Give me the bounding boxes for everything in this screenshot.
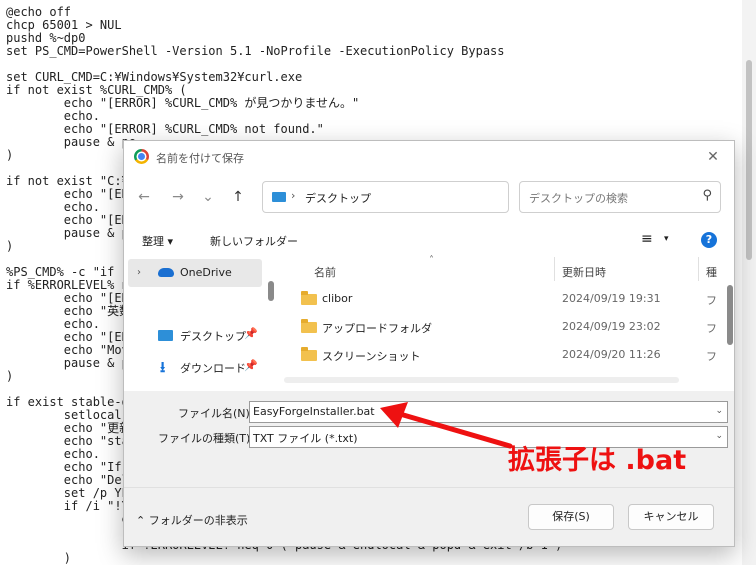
- search-placeholder: デスクトップの検索: [529, 192, 628, 205]
- file-list: ˄ 名前 更新日時 種 clibor 2024/09/19 19:31 フ アッ…: [284, 255, 733, 389]
- file-type: フ: [706, 294, 717, 307]
- dialog-title: 名前を付けて保存: [156, 152, 244, 165]
- extension-annotation: 拡張子は .bat: [508, 445, 687, 476]
- up-arrow-icon[interactable]: ↑: [226, 185, 250, 209]
- nav-item-label: OneDrive: [180, 266, 232, 279]
- column-header-date[interactable]: 更新日時: [562, 264, 606, 280]
- table-row[interactable]: スクリーンショット 2024/09/20 11:26 フ: [284, 341, 719, 369]
- save-as-dialog: 名前を付けて保存 ✕ ← → ⌄ ↑ › デスクトップ ↻ デスクトップの検索 …: [123, 140, 735, 547]
- editor-scrollbar-thumb[interactable]: [746, 60, 752, 260]
- search-icon[interactable]: ⚲: [702, 188, 712, 203]
- file-list-header: ˄ 名前 更新日時 種: [284, 255, 719, 285]
- filetype-label: ファイルの種類(T):: [158, 432, 255, 445]
- search-input[interactable]: デスクトップの検索 ⚲: [519, 181, 721, 213]
- file-name: スクリーンショット: [322, 350, 421, 363]
- table-row[interactable]: clibor 2024/09/19 19:31 フ: [284, 285, 719, 313]
- forward-arrow-icon[interactable]: →: [166, 185, 190, 209]
- chevron-down-icon[interactable]: ⌄: [715, 406, 723, 416]
- address-bar[interactable]: › デスクトップ ↻: [262, 181, 632, 213]
- expand-chevron-icon[interactable]: ›: [137, 267, 141, 278]
- navigation-pane: › OneDrive デスクトップ 📌 ⭳ ダウンロード 📌: [124, 257, 270, 389]
- onedrive-cloud-icon: [158, 268, 174, 277]
- horizontal-scrollbar[interactable]: [284, 377, 679, 383]
- save-button[interactable]: 保存(S): [528, 504, 614, 530]
- new-folder-button[interactable]: 新しいフォルダー: [210, 233, 298, 249]
- file-type: フ: [706, 350, 717, 363]
- help-icon[interactable]: ?: [701, 232, 717, 248]
- column-header-type[interactable]: 種: [706, 264, 717, 280]
- breadcrumb-separator: ›: [291, 189, 296, 202]
- back-arrow-icon[interactable]: ←: [132, 185, 156, 209]
- recent-locations-chevron-icon[interactable]: ⌄: [196, 185, 220, 209]
- chevron-down-icon[interactable]: ⌄: [715, 431, 723, 441]
- navigation-bar: ← → ⌄ ↑ › デスクトップ ↻ デスクトップの検索 ⚲: [124, 177, 734, 217]
- chrome-icon: [134, 149, 149, 164]
- filename-label: ファイル名(N):: [178, 407, 254, 420]
- column-header-name[interactable]: 名前: [314, 264, 336, 280]
- file-type: フ: [706, 322, 717, 335]
- close-icon[interactable]: ✕: [700, 145, 726, 169]
- organize-button[interactable]: 整理 ▾: [142, 233, 173, 249]
- sort-ascending-icon: ˄: [429, 255, 434, 266]
- command-bar: 整理 ▾ 新しいフォルダー ≡ ▾ ?: [124, 227, 734, 255]
- column-divider[interactable]: [554, 257, 555, 281]
- column-divider[interactable]: [698, 257, 699, 281]
- nav-pane-scrollbar[interactable]: [268, 281, 274, 301]
- pin-icon[interactable]: 📌: [244, 359, 258, 372]
- dialog-titlebar: 名前を付けて保存 ✕: [124, 141, 734, 173]
- editor-scrollbar[interactable]: [742, 0, 756, 565]
- cancel-button[interactable]: キャンセル: [628, 504, 714, 530]
- folder-icon: [301, 319, 317, 333]
- nav-item-downloads[interactable]: ⭳ ダウンロード 📌: [128, 353, 262, 381]
- table-row[interactable]: アップロードフォルダ 2024/09/19 23:02 フ: [284, 313, 719, 341]
- nav-item-label: ダウンロード: [180, 362, 246, 375]
- filename-value[interactable]: EasyForgeInstaller.bat: [253, 405, 375, 418]
- annotation-arrow: [380, 402, 513, 449]
- nav-item-desktop[interactable]: デスクトップ 📌: [128, 321, 262, 349]
- filetype-value: TXT ファイル (*.txt): [253, 432, 358, 445]
- desktop-icon: [272, 192, 286, 202]
- hide-folders-toggle[interactable]: ⌃ フォルダーの非表示: [136, 512, 248, 528]
- file-date: 2024/09/19 23:02: [562, 320, 661, 333]
- download-icon: ⭳: [160, 358, 166, 376]
- nav-item-onedrive[interactable]: › OneDrive: [128, 259, 262, 287]
- file-name: アップロードフォルダ: [322, 322, 432, 335]
- file-list-scrollbar[interactable]: [727, 285, 733, 345]
- file-date: 2024/09/20 11:26: [562, 348, 661, 361]
- dialog-footer: ⌃ フォルダーの非表示 保存(S) キャンセル: [124, 487, 734, 546]
- desktop-icon: [158, 330, 173, 341]
- file-name: clibor: [322, 292, 353, 305]
- breadcrumb-desktop[interactable]: デスクトップ: [305, 190, 371, 206]
- folder-icon: [301, 347, 317, 361]
- pin-icon[interactable]: 📌: [244, 327, 258, 340]
- folder-icon: [301, 291, 317, 305]
- view-options-icon[interactable]: ≡: [641, 231, 653, 247]
- view-dropdown-icon[interactable]: ▾: [664, 234, 669, 244]
- nav-item-label: デスクトップ: [180, 330, 246, 343]
- file-date: 2024/09/19 19:31: [562, 292, 661, 305]
